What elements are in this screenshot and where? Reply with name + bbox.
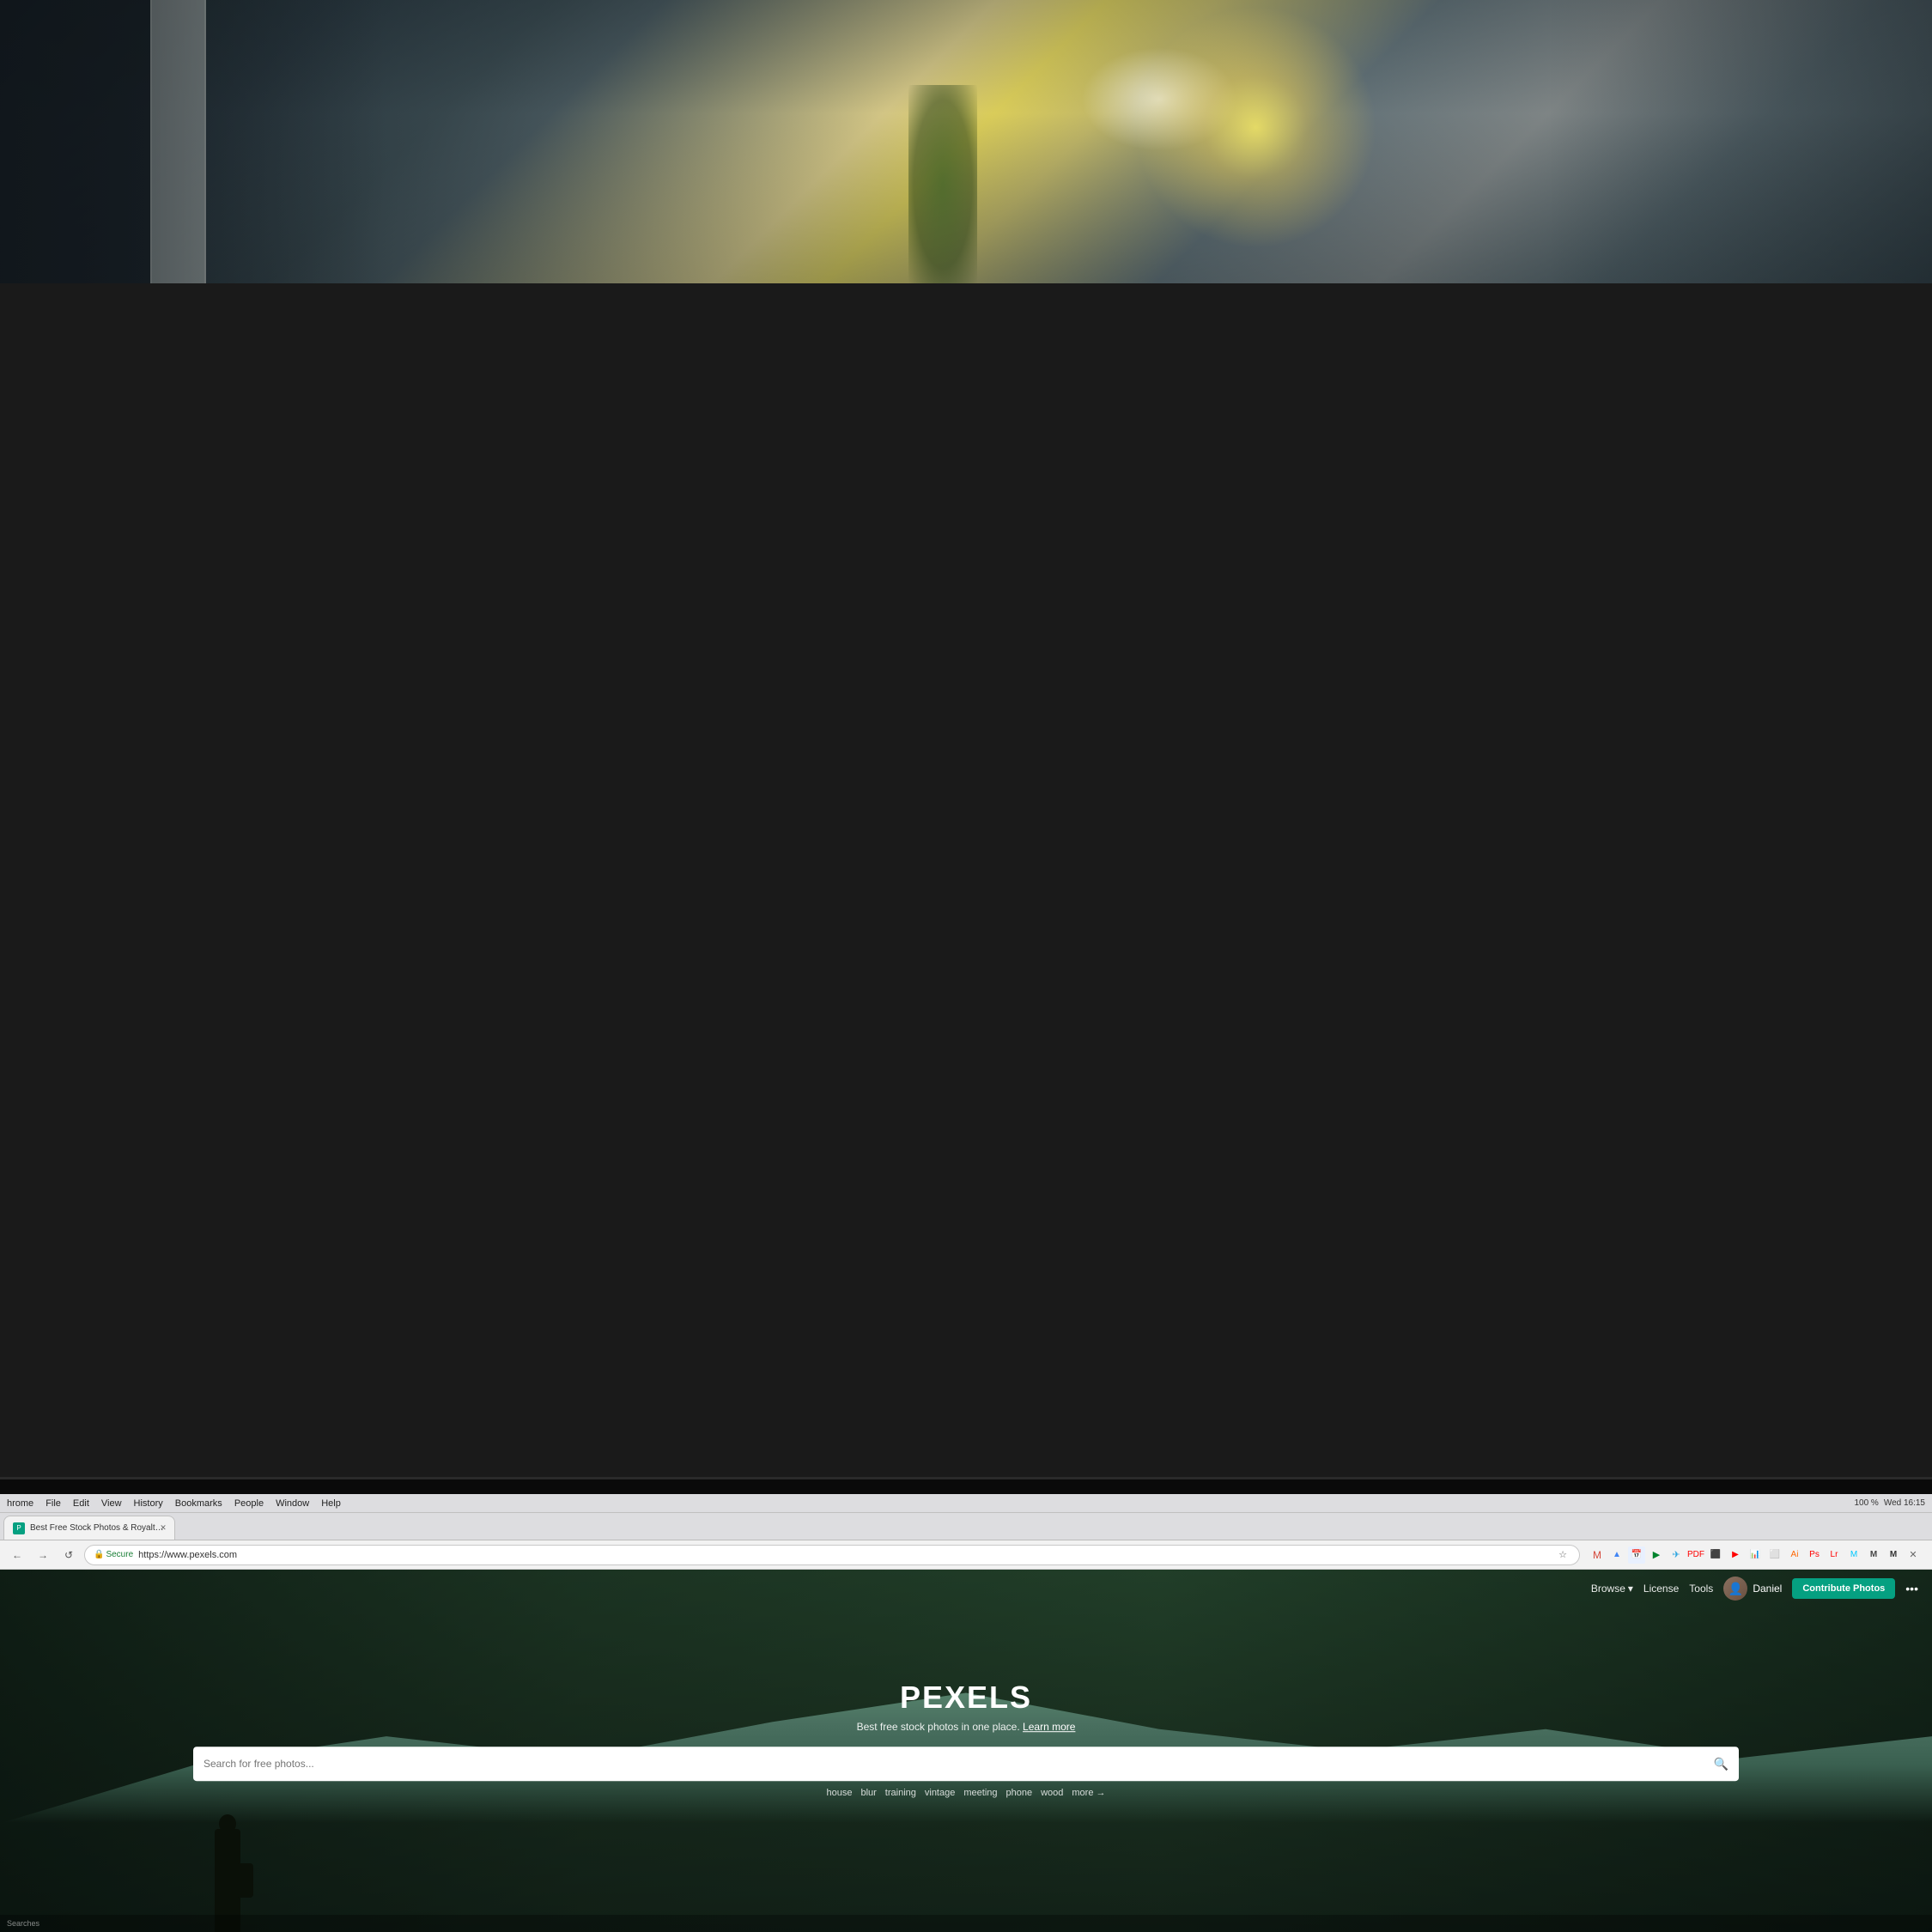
menubar-view[interactable]: View bbox=[101, 1498, 122, 1509]
ext-icon-10[interactable]: Ps bbox=[1806, 1546, 1823, 1564]
hero-content: PEXELS Best free stock photos in one pla… bbox=[193, 1680, 1739, 1798]
menubar-history[interactable]: History bbox=[134, 1498, 163, 1509]
tag-meeting[interactable]: meeting bbox=[963, 1788, 997, 1798]
username-label[interactable]: Daniel bbox=[1753, 1583, 1782, 1595]
menubar-time: Wed 16:15 bbox=[1884, 1498, 1925, 1508]
search-tags: house blur training vintage meeting phon… bbox=[193, 1788, 1739, 1798]
gmail-ext-icon[interactable]: M bbox=[1589, 1546, 1606, 1564]
tag-vintage[interactable]: vintage bbox=[925, 1788, 955, 1798]
tag-house[interactable]: house bbox=[826, 1788, 852, 1798]
dark-left bbox=[0, 0, 150, 283]
plant bbox=[908, 85, 977, 283]
address-bar[interactable]: 🔒 Secure https://www.pexels.com ☆ bbox=[84, 1545, 1580, 1565]
searches-label: Searches bbox=[7, 1919, 39, 1928]
menubar-help[interactable]: Help bbox=[321, 1498, 341, 1509]
menubar-file[interactable]: File bbox=[46, 1498, 61, 1509]
menubar-window[interactable]: Window bbox=[276, 1498, 309, 1509]
tag-training[interactable]: training bbox=[885, 1788, 916, 1798]
pexels-nav: Browse ▾ License Tools 👤 Daniel Contrib bbox=[0, 1570, 1932, 1607]
telegram-ext-icon[interactable]: ✈ bbox=[1668, 1546, 1685, 1564]
address-icons: ☆ bbox=[1555, 1547, 1571, 1563]
pexels-hero: Browse ▾ License Tools 👤 Daniel Contrib bbox=[0, 1570, 1932, 1932]
ext-icon-7[interactable]: 📊 bbox=[1747, 1546, 1764, 1564]
browse-label: Browse bbox=[1591, 1583, 1625, 1595]
ext-icon-11[interactable]: Lr bbox=[1826, 1546, 1843, 1564]
menubar-right: 100 % Wed 16:15 bbox=[1854, 1498, 1925, 1508]
search-input[interactable] bbox=[204, 1758, 1707, 1770]
menubar-chrome[interactable]: hrome bbox=[7, 1498, 33, 1509]
menubar-bookmarks[interactable]: Bookmarks bbox=[175, 1498, 222, 1509]
person-backpack bbox=[236, 1863, 253, 1898]
nav-more-button[interactable]: ••• bbox=[1905, 1582, 1918, 1595]
browser-window: hrome File Edit View History Bookmarks P… bbox=[0, 1494, 1932, 1932]
ext-icon-6[interactable]: ▶ bbox=[1727, 1546, 1744, 1564]
ext-icon-5[interactable]: ⬛ bbox=[1707, 1546, 1724, 1564]
search-icon: 🔍 bbox=[1714, 1757, 1728, 1771]
chrome-addressbar: ← → ↺ 🔒 Secure https://www.pexels.com ☆ … bbox=[0, 1540, 1932, 1570]
learn-more-link[interactable]: Learn more bbox=[1023, 1721, 1075, 1733]
secure-label: Secure bbox=[106, 1550, 133, 1559]
avatar-image: 👤 bbox=[1728, 1582, 1743, 1596]
hero-subtitle: Best free stock photos in one place. Lea… bbox=[193, 1721, 1739, 1733]
browser-tab[interactable]: P Best Free Stock Photos & Royalty Free … bbox=[3, 1516, 175, 1540]
pdf-ext-icon[interactable]: PDF bbox=[1687, 1546, 1704, 1564]
calendar-ext-icon[interactable]: 📅 bbox=[1628, 1546, 1645, 1564]
ext-icon-14[interactable]: M bbox=[1885, 1546, 1902, 1564]
forward-button[interactable]: → bbox=[33, 1545, 53, 1565]
browse-chevron-icon: ▾ bbox=[1628, 1583, 1633, 1595]
search-container[interactable]: 🔍 bbox=[193, 1747, 1739, 1781]
chrome-menubar: hrome File Edit View History Bookmarks P… bbox=[0, 1494, 1932, 1513]
ext-icon-9[interactable]: Ai bbox=[1786, 1546, 1803, 1564]
menubar-battery: 100 % bbox=[1854, 1498, 1878, 1508]
drive-ext-icon[interactable]: ▲ bbox=[1608, 1546, 1625, 1564]
back-button[interactable]: ← bbox=[7, 1545, 27, 1565]
user-avatar[interactable]: 👤 bbox=[1723, 1577, 1747, 1601]
menubar-edit[interactable]: Edit bbox=[73, 1498, 89, 1509]
ext-icon-12[interactable]: M bbox=[1845, 1546, 1862, 1564]
person-silhouette bbox=[193, 1795, 262, 1932]
tag-more[interactable]: more → bbox=[1072, 1788, 1105, 1798]
nav-tools[interactable]: Tools bbox=[1689, 1583, 1713, 1595]
extensions-area: M ▲ 📅 ▶ ✈ PDF ⬛ ▶ 📊 ⬜ Ai Ps Lr M M M ✕ bbox=[1585, 1546, 1925, 1564]
tab-title: Best Free Stock Photos & Royalty Free Im… bbox=[30, 1523, 166, 1533]
nav-user-area: 👤 Daniel bbox=[1723, 1577, 1782, 1601]
url-text: https://www.pexels.com bbox=[138, 1550, 237, 1560]
contribute-photos-button[interactable]: Contribute Photos bbox=[1792, 1578, 1895, 1599]
menubar-items: hrome File Edit View History Bookmarks P… bbox=[7, 1498, 1840, 1509]
tab-close-button[interactable]: ✕ bbox=[157, 1522, 169, 1534]
screen-frame: hrome File Edit View History Bookmarks P… bbox=[0, 1477, 1932, 1932]
background-photo bbox=[0, 0, 1932, 283]
nav-browse[interactable]: Browse ▾ bbox=[1591, 1583, 1633, 1595]
reload-button[interactable]: ↺ bbox=[58, 1545, 79, 1565]
tab-favicon: P bbox=[13, 1522, 25, 1534]
pexels-website: Browse ▾ License Tools 👤 Daniel Contrib bbox=[0, 1570, 1932, 1932]
ext-icon-13[interactable]: M bbox=[1865, 1546, 1882, 1564]
ext-icon-close[interactable]: ✕ bbox=[1905, 1546, 1922, 1564]
tag-phone[interactable]: phone bbox=[1006, 1788, 1033, 1798]
lock-icon: 🔒 bbox=[94, 1550, 104, 1559]
bookmark-star-icon[interactable]: ☆ bbox=[1555, 1547, 1571, 1563]
ext-icon-8[interactable]: ⬜ bbox=[1766, 1546, 1783, 1564]
tag-blur[interactable]: blur bbox=[860, 1788, 876, 1798]
bottom-bar: Searches bbox=[0, 1915, 1932, 1932]
tag-wood[interactable]: wood bbox=[1041, 1788, 1063, 1798]
column-structure bbox=[150, 0, 206, 283]
meet-ext-icon[interactable]: ▶ bbox=[1648, 1546, 1665, 1564]
chrome-tabbar: P Best Free Stock Photos & Royalty Free … bbox=[0, 1513, 1932, 1540]
menubar-people[interactable]: People bbox=[234, 1498, 264, 1509]
nav-license[interactable]: License bbox=[1643, 1583, 1679, 1595]
secure-indicator: 🔒 Secure bbox=[94, 1550, 133, 1559]
pexels-logo: PEXELS bbox=[193, 1680, 1739, 1716]
